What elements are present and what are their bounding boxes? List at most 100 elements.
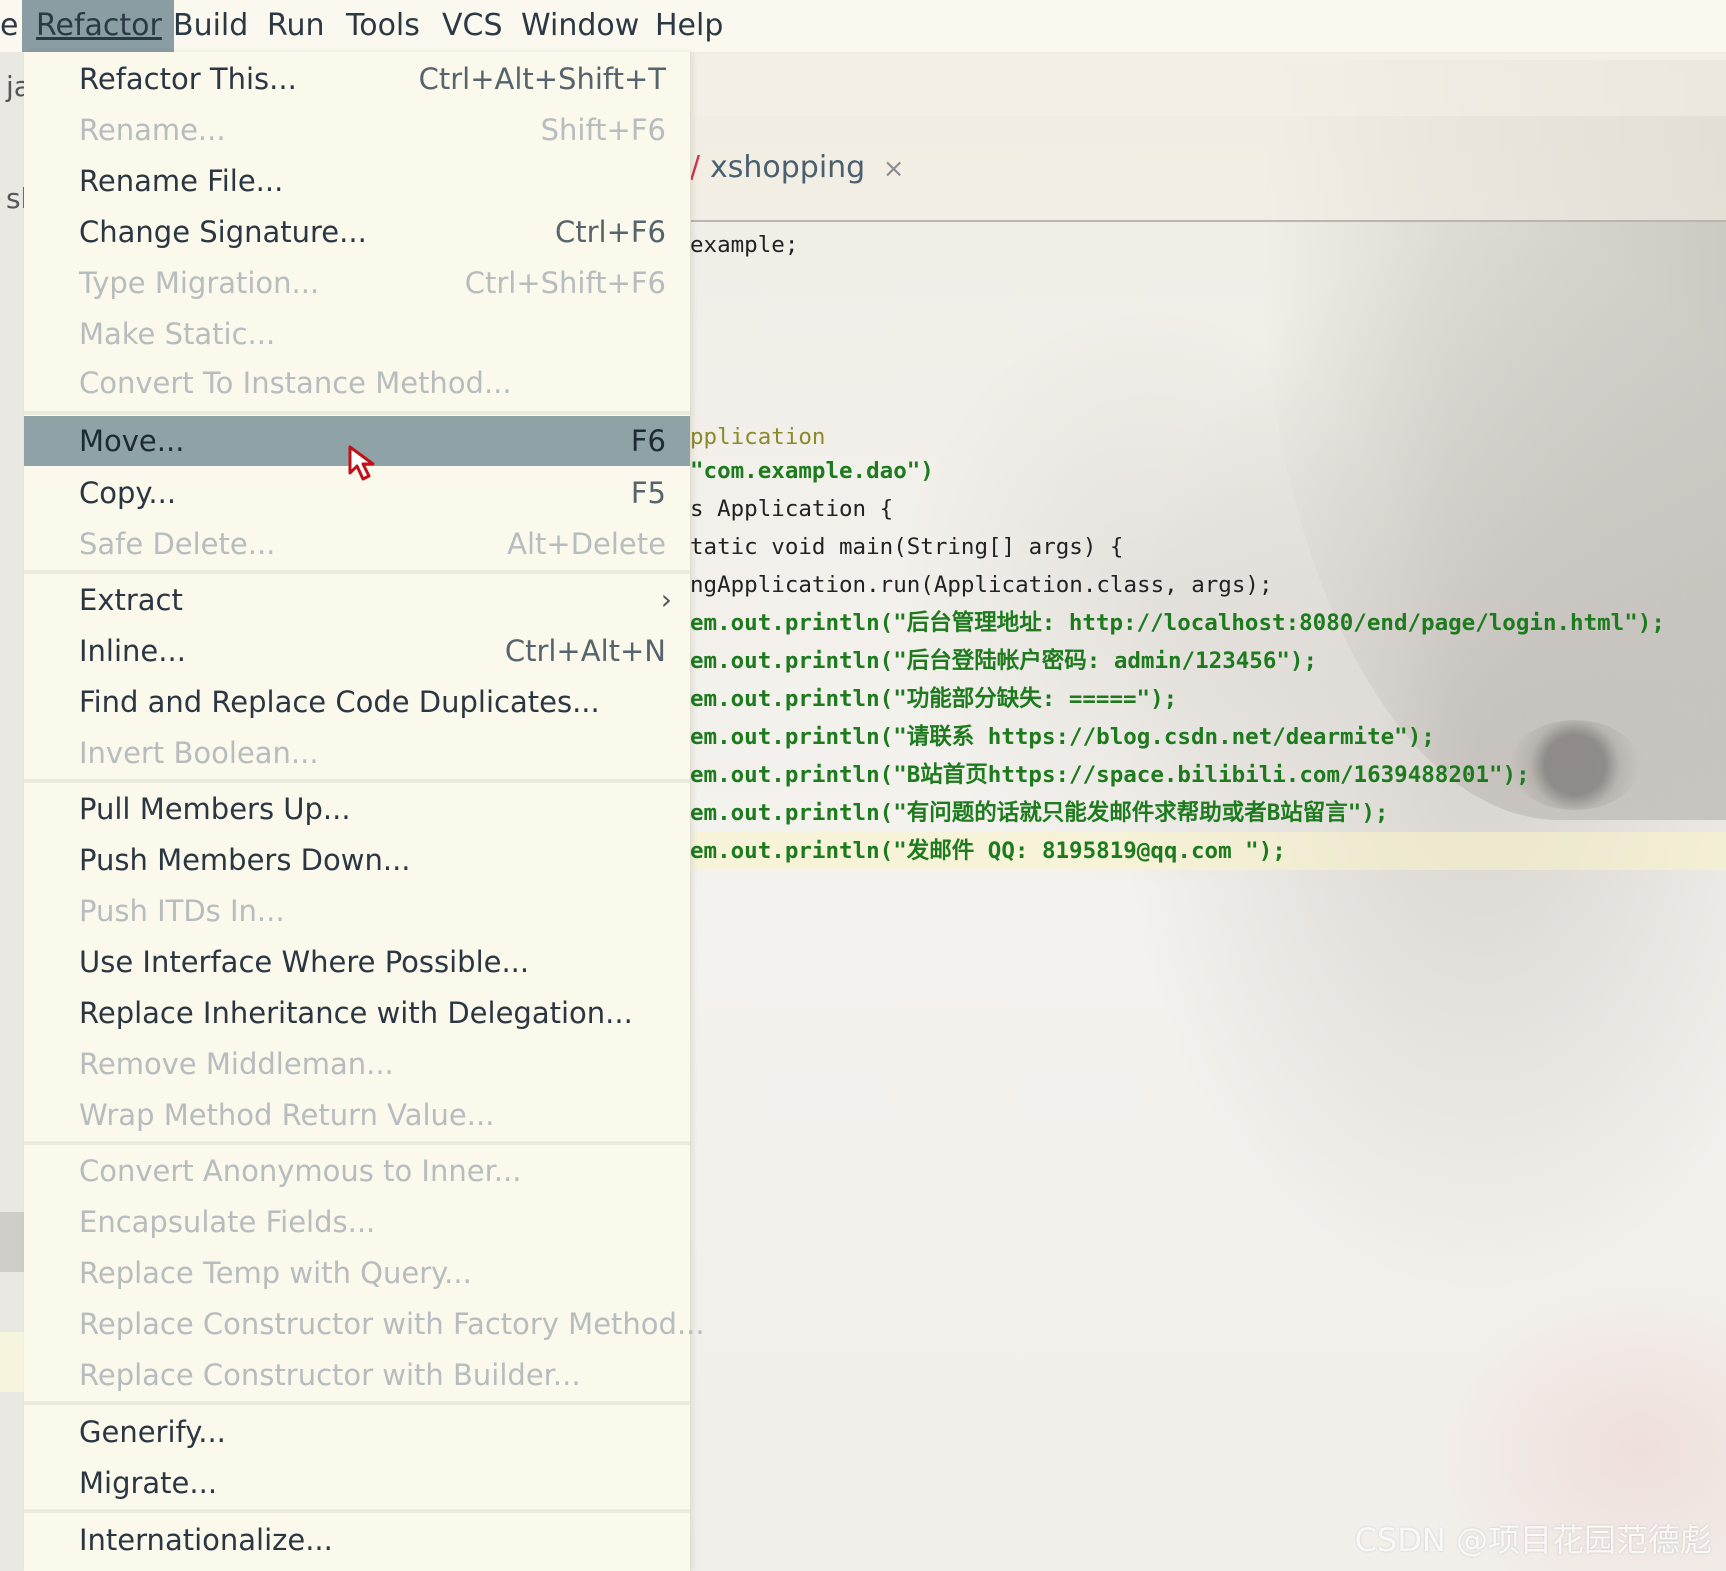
menu-item-pull-members-up[interactable]: Pull Members Up... <box>24 784 690 834</box>
menu-vcs[interactable]: VCS <box>442 0 503 52</box>
code-line: ngApplication.run(Application.class, arg… <box>690 572 1273 598</box>
menu-item-refactor-this[interactable]: Refactor This... Ctrl+Alt+Shift+T <box>24 54 690 104</box>
menu-item-label: Convert Anonymous to Inner... <box>79 1154 522 1188</box>
menu-item-push-itds-in[interactable]: Push ITDs In... <box>24 886 690 936</box>
menu-item-replace-temp-query[interactable]: Replace Temp with Query... <box>24 1248 690 1298</box>
menu-item-label: Safe Delete... <box>79 527 276 561</box>
menu-item-shortcut: Ctrl+Shift+F6 <box>464 266 666 300</box>
editor-tab-label: xshopping <box>710 150 866 185</box>
menu-item-label: Use Interface Where Possible... <box>79 945 530 979</box>
editor-tab-xshopping[interactable]: / xshopping × <box>690 130 905 206</box>
gutter-highlight <box>0 1212 26 1272</box>
menu-item-convert-anonymous[interactable]: Convert Anonymous to Inner... <box>24 1146 690 1196</box>
menu-item-label: Make Static... <box>79 317 276 351</box>
menu-item-wrap-method-return[interactable]: Wrap Method Return Value... <box>24 1090 690 1140</box>
menu-item-label: Internationalize... <box>79 1523 333 1557</box>
close-icon[interactable]: × <box>883 154 905 184</box>
menu-refactor-label: Refactor <box>36 8 162 43</box>
menu-item-inline[interactable]: Inline... Ctrl+Alt+N <box>24 626 690 676</box>
menu-item-find-replace-duplicates[interactable]: Find and Replace Code Duplicates... <box>24 677 690 727</box>
menu-item-label: Remove Middleman... <box>79 1047 394 1081</box>
menu-item-shortcut: Ctrl+F6 <box>554 215 666 249</box>
menu-item-label: Replace Inheritance with Delegation... <box>79 996 633 1030</box>
menu-item-label: Convert To Instance Method... <box>79 366 512 400</box>
menu-item-label: Pull Members Up... <box>79 792 351 826</box>
code-line: em.out.println("后台登陆帐户密码: admin/123456")… <box>690 648 1318 674</box>
menu-item-label: Wrap Method Return Value... <box>79 1098 495 1132</box>
code-line: em.out.println("功能部分缺失: ====="); <box>690 686 1178 712</box>
menu-item-label: Generify... <box>79 1415 226 1449</box>
code-line: "com.example.dao") <box>690 458 934 484</box>
code-line: em.out.println("有问题的话就只能发邮件求帮助或者B站留言"); <box>690 800 1389 826</box>
menu-item-label: Replace Constructor with Factory Method.… <box>79 1307 705 1341</box>
menu-window[interactable]: Window <box>521 0 639 52</box>
menu-item-replace-constructor-factory[interactable]: Replace Constructor with Factory Method.… <box>24 1299 705 1349</box>
menu-run[interactable]: Run <box>267 0 325 52</box>
menu-item-shortcut: Ctrl+Alt+Shift+T <box>418 62 666 96</box>
menu-item-shortcut: Alt+Delete <box>507 527 666 561</box>
menu-item-invert-boolean[interactable]: Invert Boolean... <box>24 728 690 778</box>
menu-item-shortcut: Ctrl+Alt+N <box>504 634 666 668</box>
menu-item-label: Push Members Down... <box>79 843 411 877</box>
code-editor[interactable]: example; pplication "com.example.dao") s… <box>690 226 1726 1426</box>
refactor-menu: Refactor This... Ctrl+Alt+Shift+T Rename… <box>24 52 705 1571</box>
menu-help[interactable]: Help <box>655 0 723 52</box>
menu-item-label: Invert Boolean... <box>79 736 319 770</box>
menu-refactor[interactable]: Refactor <box>22 0 174 52</box>
menu-item-migrate[interactable]: Migrate... <box>24 1458 690 1508</box>
code-line-current: em.out.println("发邮件 QQ: 8195819@qq.com "… <box>690 832 1726 870</box>
menu-item-generify[interactable]: Generify... <box>24 1407 690 1457</box>
submenu-chevron-icon: › <box>660 583 672 616</box>
menu-item-label: Push ITDs In... <box>79 894 285 928</box>
code-line: pplication <box>690 424 826 450</box>
code-line: s Application { <box>690 496 894 522</box>
menu-item-label: Rename... <box>79 113 226 147</box>
menu-item-type-migration[interactable]: Type Migration... Ctrl+Shift+F6 <box>24 258 690 308</box>
menu-item-label: Encapsulate Fields... <box>79 1205 376 1239</box>
menu-item-make-static[interactable]: Make Static... <box>24 309 690 359</box>
code-line: em.out.println("请联系 https://blog.csdn.ne… <box>690 724 1435 750</box>
menu-item-label: Copy... <box>79 476 177 510</box>
menu-bar: e Refactor Build Run Tools VCS Window He… <box>0 0 1726 53</box>
menu-item-label: Move... <box>79 424 185 458</box>
menu-item-label: Rename File... <box>79 164 284 198</box>
menu-item-use-interface[interactable]: Use Interface Where Possible... <box>24 937 690 987</box>
mouse-pointer-icon <box>348 445 375 481</box>
menu-separator <box>24 411 690 415</box>
menu-tools[interactable]: Tools <box>346 0 420 52</box>
menu-separator <box>24 1141 690 1145</box>
menu-item-convert-to-instance-method[interactable]: Convert To Instance Method... <box>24 358 690 408</box>
menu-separator <box>24 1509 690 1513</box>
menu-item-label: Find and Replace Code Duplicates... <box>79 685 600 719</box>
menu-item-label: Change Signature... <box>79 215 367 249</box>
menu-item-shortcut: F5 <box>630 476 666 510</box>
menu-item-safe-delete[interactable]: Safe Delete... Alt+Delete <box>24 519 690 569</box>
watermark: CSDN @项目花园范德彪 <box>1354 1521 1712 1559</box>
code-line: em.out.println("后台管理地址: http://localhost… <box>690 610 1665 636</box>
menu-item-remove-middleman[interactable]: Remove Middleman... <box>24 1039 690 1089</box>
menu-build[interactable]: Build <box>173 0 248 52</box>
code-line: em.out.println("B站首页https://space.bilibi… <box>690 762 1530 788</box>
menu-file-partial[interactable]: e <box>0 0 18 52</box>
menu-separator <box>24 570 690 574</box>
menu-item-encapsulate-fields[interactable]: Encapsulate Fields... <box>24 1197 690 1247</box>
menu-item-label: Refactor This... <box>79 62 297 96</box>
menu-separator <box>24 779 690 783</box>
menu-item-push-members-down[interactable]: Push Members Down... <box>24 835 690 885</box>
menu-item-internationalize[interactable]: Internationalize... <box>24 1515 690 1565</box>
menu-item-label: Type Migration... <box>79 266 320 300</box>
menu-item-label: Extract <box>79 583 183 617</box>
menu-item-replace-constructor-builder[interactable]: Replace Constructor with Builder... <box>24 1350 690 1400</box>
menu-item-change-signature[interactable]: Change Signature... Ctrl+F6 <box>24 207 690 257</box>
menu-item-replace-inheritance[interactable]: Replace Inheritance with Delegation... <box>24 988 690 1038</box>
menu-item-extract[interactable]: Extract › <box>24 575 690 625</box>
code-line: example; <box>690 232 799 258</box>
menu-item-rename[interactable]: Rename... Shift+F6 <box>24 105 690 155</box>
menu-item-label: Inline... <box>79 634 186 668</box>
menu-separator <box>24 1401 690 1405</box>
menu-item-label: Migrate... <box>79 1466 218 1500</box>
menu-item-shortcut: F6 <box>630 424 666 458</box>
menu-item-rename-file[interactable]: Rename File... <box>24 156 690 206</box>
modified-mark-icon: / <box>690 150 701 185</box>
gutter-marker <box>0 1332 26 1392</box>
